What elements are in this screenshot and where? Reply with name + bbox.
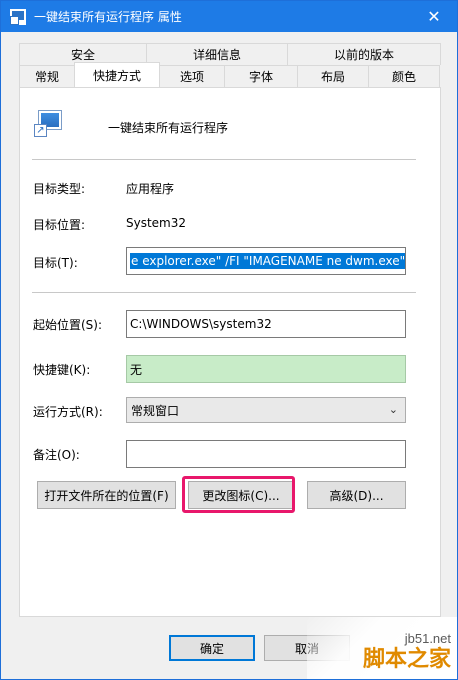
target-label: 目标(T): [33,256,78,270]
target-location-label: 目标位置: [33,218,86,232]
hotkey-label: 快捷键(K): [33,363,91,377]
comment-label: 备注(O): [33,448,80,462]
change-icon-button[interactable]: 更改图标(C)... [188,481,294,509]
run-selected-value: 常规窗口 [131,403,180,418]
window-title: 一键结束所有运行程序 属性 [34,10,182,24]
shortcut-name: 一键结束所有运行程序 [108,121,229,135]
shortcut-panel: ↗ 一键结束所有运行程序 目标类型: 应用程序 目标位置: System32 目… [19,87,441,617]
run-select[interactable]: 常规窗口 ⌄ [126,397,406,423]
target-selected-text: e explorer.exe" /FI "IMAGENAME ne dwm.ex… [130,253,406,269]
tab-layout[interactable]: 布局 [297,65,369,87]
comment-input[interactable] [126,440,406,468]
application-icon: ↗ [34,108,64,138]
tab-general[interactable]: 常规 [19,65,75,87]
target-location-value: System32 [126,216,187,230]
divider [32,159,416,160]
hotkey-input[interactable]: 无 [126,355,406,383]
run-label: 运行方式(R): [33,405,103,419]
chevron-down-icon: ⌄ [388,403,398,416]
tab-font[interactable]: 字体 [224,65,298,87]
tab-colors[interactable]: 颜色 [368,65,440,87]
tab-previous-versions[interactable]: 以前的版本 [287,43,441,65]
shortcut-app-icon [10,8,26,25]
target-type-label: 目标类型: [33,182,86,196]
start-in-input[interactable]: C:\WINDOWS\system32 [126,310,406,338]
tab-details[interactable]: 详细信息 [146,43,288,65]
advanced-button[interactable]: 高级(D)... [307,481,406,509]
ok-button[interactable]: 确定 [169,635,255,661]
start-in-label: 起始位置(S): [33,318,103,332]
target-type-value: 应用程序 [126,182,175,196]
tab-options[interactable]: 选项 [159,65,225,87]
close-icon[interactable]: ✕ [411,1,457,32]
target-input[interactable]: e explorer.exe" /FI "IMAGENAME ne dwm.ex… [126,247,406,275]
divider [32,292,416,293]
tab-shortcut[interactable]: 快捷方式 [74,62,160,87]
open-file-location-button[interactable]: 打开文件所在的位置(F) [37,481,176,509]
tab-row-front: 常规 快捷方式 选项 字体 布局 颜色 [19,62,440,87]
properties-window: 一键结束所有运行程序 属性 ✕ 安全 详细信息 以前的版本 常规 快捷方式 选项… [0,0,458,680]
watermark-text: 脚本之家 [362,647,451,672]
title-bar[interactable]: 一键结束所有运行程序 属性 ✕ [1,1,457,32]
